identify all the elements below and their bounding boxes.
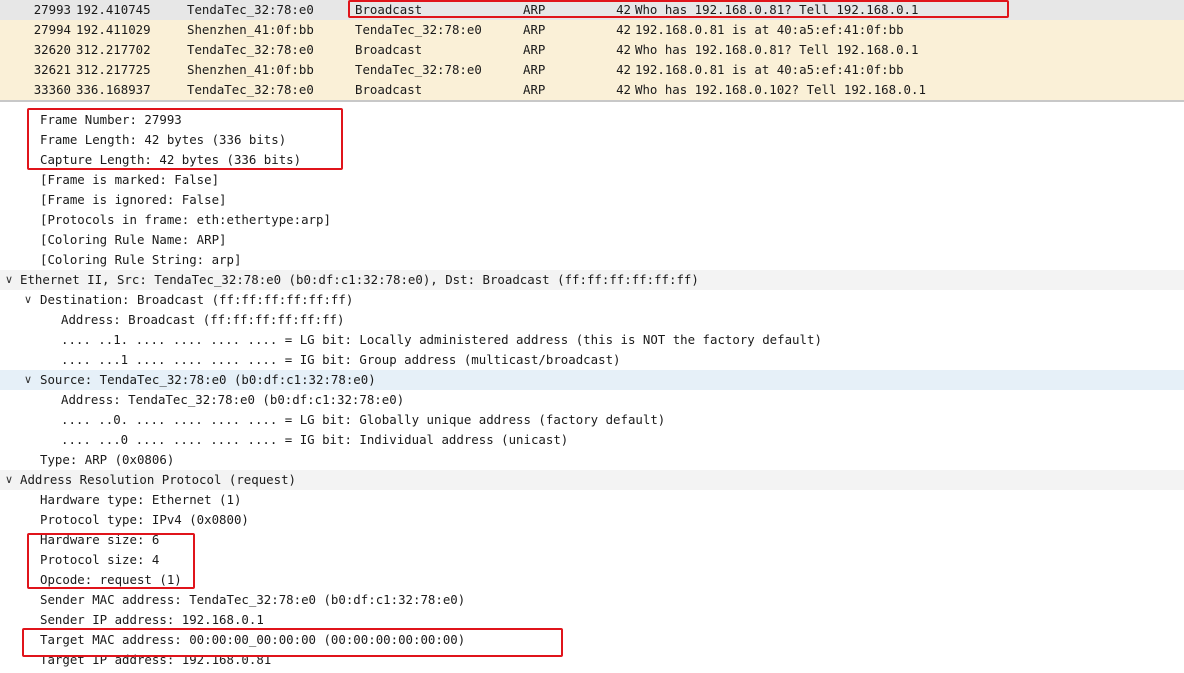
packet-len-cell: 42 xyxy=(616,82,631,97)
chevron-down-icon[interactable]: ∨ xyxy=(2,270,16,290)
packet-len-cell: 42 xyxy=(616,42,631,57)
packet-row[interactable]: 32620 312.217702 TendaTec_32:78:e0 Broadcas… xyxy=(0,40,1184,60)
packet-time-cell: 192.411029 xyxy=(76,22,151,37)
annotation-box-target-mac xyxy=(22,628,563,657)
detail-tree-item[interactable]: [Coloring Rule Name: ARP] xyxy=(0,230,1184,250)
detail-tree-label: Address Resolution Protocol (request) xyxy=(20,472,297,487)
detail-tree-label: Hardware type: Ethernet (1) xyxy=(40,492,242,507)
packet-src-cell: Shenzhen_41:0f:bb xyxy=(187,22,314,37)
packet-proto-cell: ARP xyxy=(523,22,546,37)
packet-dst-cell: Broadcast xyxy=(355,42,423,57)
detail-tree-label: Address: TendaTec_32:78:e0 (b0:df:c1:32:… xyxy=(61,392,405,407)
packet-no-cell: 27993 xyxy=(33,2,71,17)
packet-row[interactable]: 33360 336.168937 TendaTec_32:78:e0 Broadcas… xyxy=(0,80,1184,100)
detail-tree-item[interactable]: .... ...1 .... .... .... .... = IG bit: … xyxy=(0,350,1184,370)
detail-tree-item[interactable]: [Coloring Rule String: arp] xyxy=(0,250,1184,270)
detail-tree-item[interactable]: [Frame is ignored: False] xyxy=(0,190,1184,210)
packet-row[interactable]: 32621 312.217725 Shenzhen_41:0f:bb TendaTec… xyxy=(0,60,1184,80)
packet-time-cell: 312.217702 xyxy=(76,42,151,57)
packet-info-cell: 192.168.0.81 is at 40:a5:ef:41:0f:bb xyxy=(635,62,904,77)
detail-tree-item[interactable]: ∨ Destination: Broadcast (ff:ff:ff:ff:ff:… xyxy=(0,290,1184,310)
detail-tree-label: .... ...0 .... .... .... .... = IG bit: … xyxy=(61,432,569,447)
detail-tree-label: Sender MAC address: TendaTec_32:78:e0 (b… xyxy=(40,592,466,607)
detail-tree-label: [Protocols in frame: eth:ethertype:arp] xyxy=(40,212,331,227)
detail-tree-label: Address: Broadcast (ff:ff:ff:ff:ff:ff) xyxy=(61,312,345,327)
packet-time-cell: 336.168937 xyxy=(76,82,151,97)
packet-len-cell: 42 xyxy=(616,62,631,77)
detail-tree-item[interactable]: Sender IP address: 192.168.0.1 xyxy=(0,610,1184,630)
packet-src-cell: TendaTec_32:78:e0 xyxy=(187,2,314,17)
packet-row[interactable]: 27994 192.411029 Shenzhen_41:0f:bb TendaTec… xyxy=(0,20,1184,40)
packet-no-cell: 27994 xyxy=(33,22,71,37)
detail-tree-label: .... ..0. .... .... .... .... = LG bit: … xyxy=(61,412,666,427)
detail-tree-label: Sender IP address: 192.168.0.1 xyxy=(40,612,264,627)
detail-tree-label: [Frame is marked: False] xyxy=(40,172,220,187)
annotation-box-frame-info xyxy=(27,108,343,170)
packet-dst-cell: TendaTec_32:78:e0 xyxy=(355,22,482,37)
packet-src-cell: TendaTec_32:78:e0 xyxy=(187,42,314,57)
detail-tree-item[interactable]: Address: Broadcast (ff:ff:ff:ff:ff:ff) xyxy=(0,310,1184,330)
detail-tree-label: Source: TendaTec_32:78:e0 (b0:df:c1:32:7… xyxy=(40,372,376,387)
detail-tree-item[interactable]: .... ..0. .... .... .... .... = LG bit: … xyxy=(0,410,1184,430)
detail-tree-item[interactable]: Sender MAC address: TendaTec_32:78:e0 (b… xyxy=(0,590,1184,610)
detail-tree-label: .... ..1. .... .... .... .... = LG bit: … xyxy=(61,332,822,347)
detail-tree-label: [Frame is ignored: False] xyxy=(40,192,227,207)
detail-tree-label: Protocol type: IPv4 (0x0800) xyxy=(40,512,249,527)
detail-tree-item[interactable]: Protocol type: IPv4 (0x0800) xyxy=(0,510,1184,530)
detail-tree-label: .... ...1 .... .... .... .... = IG bit: … xyxy=(61,352,621,367)
packet-proto-cell: ARP xyxy=(523,42,546,57)
annotation-box-arp-sizes xyxy=(27,533,195,589)
detail-tree-item[interactable]: [Frame is marked: False] xyxy=(0,170,1184,190)
detail-tree-item[interactable]: Address: TendaTec_32:78:e0 (b0:df:c1:32:… xyxy=(0,390,1184,410)
packet-no-cell: 33360 xyxy=(33,82,71,97)
detail-tree-label: [Coloring Rule String: arp] xyxy=(40,252,242,267)
detail-tree-item[interactable]: ∨ Ethernet II, Src: TendaTec_32:78:e0 (b0… xyxy=(0,270,1184,290)
packet-len-cell: 42 xyxy=(616,22,631,37)
packet-proto-cell: ARP xyxy=(523,82,546,97)
annotation-box-selected-packet xyxy=(348,0,1009,18)
detail-tree-item[interactable]: ∨ Address Resolution Protocol (request) xyxy=(0,470,1184,490)
detail-tree-item[interactable]: .... ..1. .... .... .... .... = LG bit: … xyxy=(0,330,1184,350)
chevron-down-icon[interactable]: ∨ xyxy=(2,470,16,490)
detail-tree-item[interactable]: [Protocols in frame: eth:ethertype:arp] xyxy=(0,210,1184,230)
chevron-down-icon[interactable]: ∨ xyxy=(21,370,35,390)
packet-proto-cell: ARP xyxy=(523,62,546,77)
packet-info-cell: 192.168.0.81 is at 40:a5:ef:41:0f:bb xyxy=(635,22,904,37)
detail-tree-item[interactable]: .... ...0 .... .... .... .... = IG bit: … xyxy=(0,430,1184,450)
detail-tree-label: Ethernet II, Src: TendaTec_32:78:e0 (b0:… xyxy=(20,272,699,287)
packet-dst-cell: Broadcast xyxy=(355,82,423,97)
packet-time-cell: 192.410745 xyxy=(76,2,151,17)
packet-src-cell: TendaTec_32:78:e0 xyxy=(187,82,314,97)
packet-src-cell: Shenzhen_41:0f:bb xyxy=(187,62,314,77)
packet-time-cell: 312.217725 xyxy=(76,62,151,77)
packet-info-cell: Who has 192.168.0.102? Tell 192.168.0.1 xyxy=(635,82,926,97)
detail-tree-item[interactable]: Type: ARP (0x0806) xyxy=(0,450,1184,470)
detail-tree-item[interactable]: Hardware type: Ethernet (1) xyxy=(0,490,1184,510)
packet-dst-cell: TendaTec_32:78:e0 xyxy=(355,62,482,77)
packet-no-cell: 32620 xyxy=(33,42,71,57)
detail-tree-item[interactable]: ∨ Source: TendaTec_32:78:e0 (b0:df:c1:32:… xyxy=(0,370,1184,390)
detail-tree-label: Destination: Broadcast (ff:ff:ff:ff:ff:f… xyxy=(40,292,354,307)
packet-info-cell: Who has 192.168.0.81? Tell 192.168.0.1 xyxy=(635,42,919,57)
detail-tree-label: [Coloring Rule Name: ARP] xyxy=(40,232,227,247)
packet-no-cell: 32621 xyxy=(33,62,71,77)
detail-tree-label: Type: ARP (0x0806) xyxy=(40,452,175,467)
chevron-down-icon[interactable]: ∨ xyxy=(21,290,35,310)
